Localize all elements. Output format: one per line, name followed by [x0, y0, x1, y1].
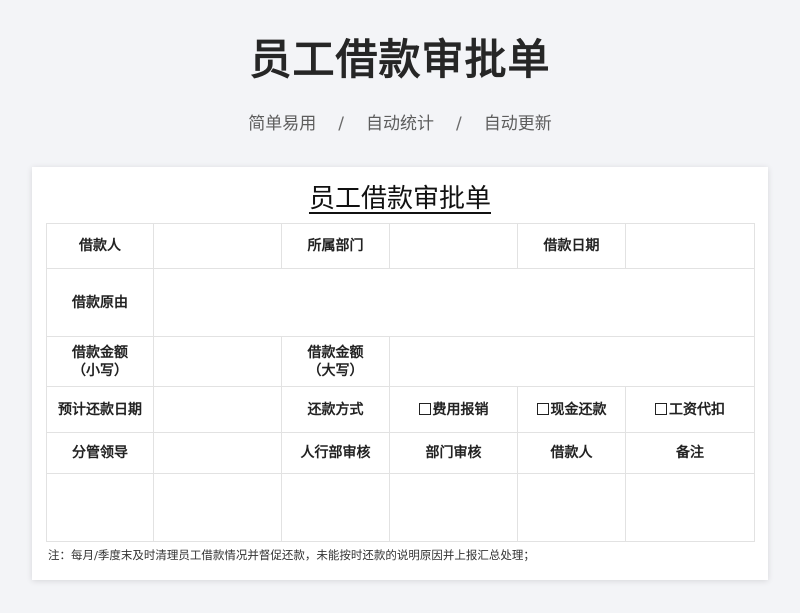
remarks-value-cell[interactable] — [625, 473, 755, 542]
supervisor-sign-cell[interactable] — [46, 473, 154, 542]
loan-date-label: 借款日期 — [517, 223, 626, 269]
loan-date-value-cell[interactable] — [625, 223, 755, 269]
expected-repay-date-label: 预计还款日期 — [46, 386, 154, 433]
repay-option-cash[interactable]: 现金还款 — [517, 386, 626, 433]
supervisor-label: 分管领导 — [46, 432, 154, 474]
repay-option-salary[interactable]: 工资代扣 — [625, 386, 755, 433]
checkbox-icon[interactable] — [536, 402, 549, 415]
hr-review-sign-cell[interactable] — [281, 473, 390, 542]
hr-review-label: 人行部审核 — [281, 432, 390, 474]
reason-label: 借款原由 — [46, 268, 154, 337]
table-row: 分管领导 人行部审核 部门审核 借款人 备注 — [46, 432, 755, 474]
table-row: 借款人 所属部门 借款日期 — [46, 223, 755, 269]
amount-upper-value-cell[interactable] — [389, 336, 755, 387]
amount-lower-value-cell[interactable] — [153, 336, 282, 387]
department-label: 所属部门 — [281, 223, 390, 269]
remarks-label: 备注 — [625, 432, 755, 474]
expected-repay-date-value-cell[interactable] — [153, 386, 282, 433]
borrower-label: 借款人 — [46, 223, 154, 269]
checkbox-icon[interactable] — [418, 402, 431, 415]
tag-separator: / — [338, 114, 344, 134]
borrower-sign-cell[interactable] — [517, 473, 626, 542]
table-row: 借款原由 — [46, 268, 755, 337]
checkbox-icon[interactable] — [655, 402, 667, 415]
department-value-cell[interactable] — [389, 223, 518, 269]
table-row: 预计还款日期 还款方式 费用报销 现金还款 工资代扣 — [46, 386, 755, 433]
table-row — [46, 473, 755, 542]
form-title: 员工借款审批单 — [308, 184, 491, 214]
amount-upper-label: 借款金额 （大写） — [281, 336, 390, 387]
feature-tag-auto-update: 自动更新 — [483, 114, 552, 134]
form-sheet: 员工借款审批单 借款人 所属部门 借款日期 借款原由 借款金额 （小写） 借款金… — [32, 167, 768, 580]
loan-approval-table: 借款人 所属部门 借款日期 借款原由 借款金额 （小写） 借款金额 （大写） 预… — [46, 223, 755, 542]
dept-review-sign-cell[interactable] — [389, 473, 518, 542]
dept-review-label: 部门审核 — [389, 432, 518, 474]
tag-separator: / — [456, 114, 462, 134]
repay-method-label: 还款方式 — [281, 386, 390, 433]
feature-tags: 简单易用 / 自动统计 / 自动更新 — [0, 112, 800, 136]
reason-value-cell[interactable] — [153, 268, 755, 337]
feature-tag-auto-stat: 自动统计 — [366, 114, 434, 134]
table-row: 借款金额 （小写） 借款金额 （大写） — [46, 336, 755, 387]
borrower-value-cell[interactable] — [153, 223, 282, 269]
borrower-sign-label: 借款人 — [517, 432, 626, 474]
feature-tag-easy: 简单易用 — [248, 114, 317, 134]
form-note: 注：每月/季度末及时清理员工借款情况并督促还款，未能按时还款的说明原因并上报汇总… — [48, 548, 535, 562]
repay-option-expense[interactable]: 费用报销 — [389, 386, 518, 433]
amount-lower-label: 借款金额 （小写） — [46, 336, 154, 387]
supervisor-sign-cell-2[interactable] — [153, 473, 282, 542]
page-title: 员工借款审批单 — [249, 35, 551, 84]
supervisor-blank-cell — [153, 432, 282, 474]
